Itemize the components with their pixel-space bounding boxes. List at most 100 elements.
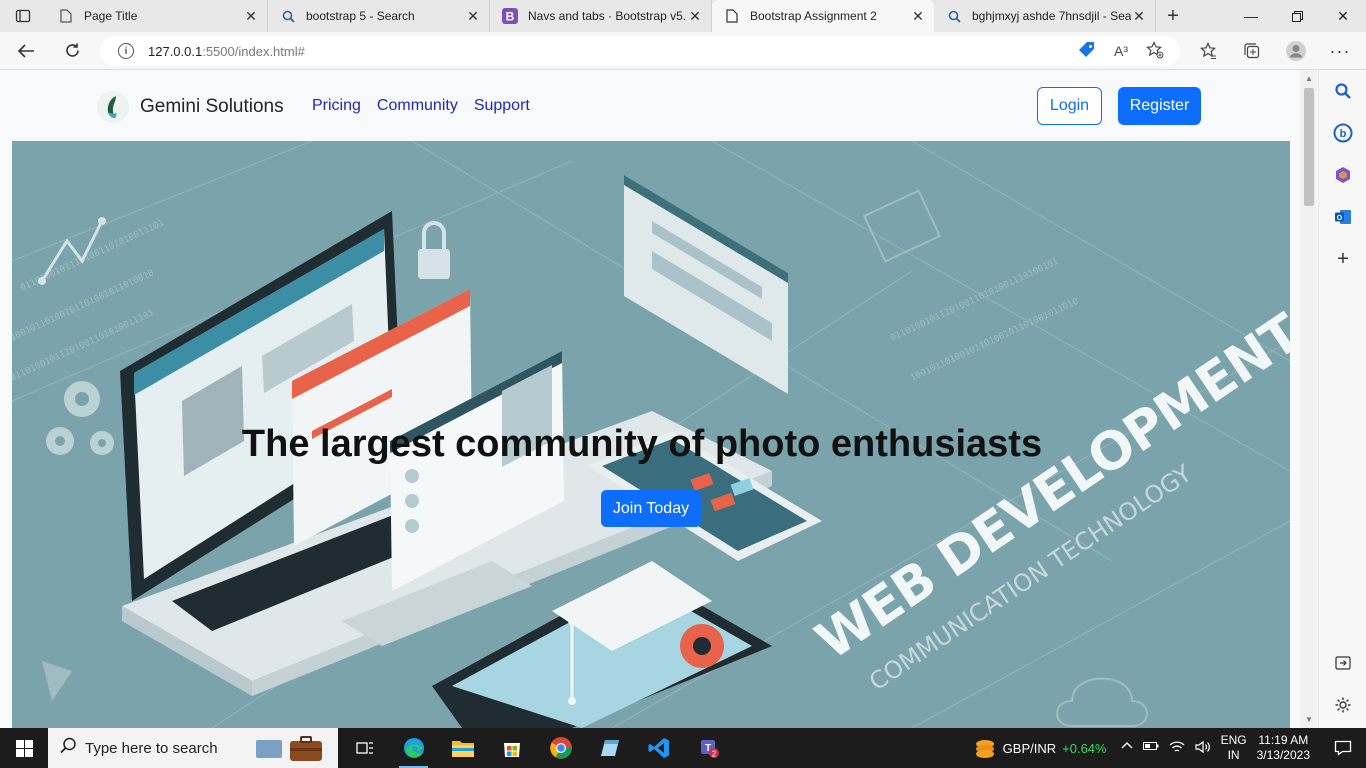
browser-tab[interactable]: B Navs and tabs · Bootstrap v5. ✕ [490,0,712,32]
wifi-icon[interactable] [1169,740,1185,757]
stock-change: +0.64% [1062,740,1107,756]
windows-start-button[interactable] [0,728,48,768]
outlook-icon[interactable]: O [1319,196,1366,238]
search-icon [946,8,962,24]
windows-logo-icon [15,739,33,757]
scrollbar-thumb[interactable] [1304,88,1314,206]
favorites-icon[interactable] [1186,42,1230,60]
search-icon [60,737,77,759]
address-bar[interactable]: i 127.0.0.1:5500/index.html# A³ [100,36,1180,66]
chevron-up-icon[interactable] [1121,740,1133,757]
task-view-icon[interactable] [340,728,389,768]
refresh-button[interactable] [52,35,92,67]
register-button[interactable]: Register [1118,87,1201,125]
browser-tab-active[interactable]: Bootstrap Assignment 2 ✕ [712,0,934,32]
hero-title: The largest community of photo enthusias… [241,423,1043,465]
page-icon [58,8,74,24]
brand[interactable]: Gemini Solutions [96,90,284,124]
svg-text:O: O [1337,215,1343,222]
profile-avatar-icon[interactable] [1274,40,1318,62]
add-sidebar-app-icon[interactable]: + [1319,238,1366,280]
brand-name: Gemini Solutions [140,96,284,117]
url-text: 127.0.0.1:5500/index.html# [148,43,305,59]
microsoft-store-icon[interactable] [487,728,536,768]
system-tray: GBP/INR +0.64% ENG IN 11:19 AM 3/13/2023 [973,728,1366,768]
tab-title: bootstrap 5 - Search [306,9,415,23]
search-icon [280,8,296,24]
browser-tab[interactable]: bghjmxyj ashde 7hnsdjil - Sea ✕ [934,0,1156,32]
collections-icon[interactable] [1230,42,1274,60]
tab-actions-icon [15,9,31,23]
close-tab-icon[interactable]: ✕ [1131,8,1147,24]
site-info-icon[interactable]: i [118,43,134,59]
briefcase-icon [254,734,326,766]
nav-link-support[interactable]: Support [474,97,530,115]
page-scrollbar[interactable]: ▲ ▼ [1300,70,1317,728]
svg-text:2: 2 [711,750,716,759]
teams-icon[interactable]: T2 [683,728,732,768]
taskbar-search-box[interactable]: Type here to search [48,728,338,768]
address-bar-row: i 127.0.0.1:5500/index.html# A³ ··· [0,32,1366,70]
gemini-logo-icon [97,91,129,123]
scroll-up-icon[interactable]: ▲ [1304,74,1314,83]
battery-icon[interactable] [1142,740,1159,757]
stock-widget[interactable]: GBP/INR +0.64% [973,737,1107,759]
refresh-icon [65,43,79,57]
page-icon [724,8,740,24]
tab-actions-button[interactable] [0,0,46,32]
svg-text:B: B [506,10,515,24]
taskbar-apps: T2 [340,728,732,768]
file-explorer-icon[interactable] [438,728,487,768]
edge-browser-icon[interactable] [389,728,438,768]
vscode-icon[interactable] [634,728,683,768]
sidebar-collapse-icon[interactable] [1319,642,1366,684]
browser-tab[interactable]: Page Title ✕ [46,0,268,32]
hero-art-title: WEB DEVELOPMENT [806,302,1290,671]
more-options-icon[interactable]: ··· [1318,41,1362,62]
language-indicator[interactable]: ENG IN [1221,733,1247,763]
office-icon[interactable] [1319,154,1366,196]
web-page: Gemini Solutions Pricing Community Suppo… [0,70,1300,728]
nav-link-community[interactable]: Community [377,97,458,115]
add-favorite-icon[interactable] [1146,40,1164,62]
svg-text:011010010111010011010100111010: 0110100101110100110101001110100101 [889,257,1060,344]
stock-name: GBP/INR [1002,740,1057,756]
nav-links: Pricing Community Support [312,97,530,115]
read-aloud-icon[interactable]: A³ [1114,43,1128,59]
scroll-down-icon[interactable]: ▼ [1304,715,1314,724]
windows-taskbar: Type here to search T2 GBP/INR +0.64% EN… [0,728,1366,768]
hero-section: 01101001011101001101010011101 1001011010… [12,141,1290,728]
sidebar-search-icon[interactable] [1319,70,1366,112]
taskbar-search-placeholder: Type here to search [85,739,218,757]
tab-title: Page Title [84,9,138,23]
close-tab-icon[interactable]: ✕ [465,8,481,24]
svg-text:100101101001011010010110100101: 1001011010010110100101101001011010 [909,297,1080,384]
browser-tab-strip: Page Title ✕ bootstrap 5 - Search ✕ B Na… [0,0,1366,32]
chrome-icon[interactable] [536,728,585,768]
restore-icon[interactable] [1274,0,1320,32]
edge-sidebar: b O + [1318,70,1366,728]
new-tab-button[interactable]: + [1156,0,1190,32]
close-window-icon[interactable]: ✕ [1320,0,1366,32]
close-tab-icon[interactable]: ✕ [687,8,703,24]
back-arrow-icon [17,43,34,58]
bing-chat-icon[interactable]: b [1319,112,1366,154]
back-button[interactable] [6,35,46,67]
minimize-icon[interactable]: — [1228,0,1274,32]
clock-date: 3/13/2023 [1256,748,1310,762]
coupon-tag-icon[interactable] [1078,41,1096,62]
login-button[interactable]: Login [1037,87,1102,125]
notification-icon[interactable] [1328,739,1358,757]
tab-title: Bootstrap Assignment 2 [750,9,877,23]
svg-text:b: b [1340,128,1347,140]
join-today-button[interactable]: Join Today [601,490,701,527]
tab-title: Navs and tabs · Bootstrap v5. [528,9,687,23]
nav-link-pricing[interactable]: Pricing [312,97,361,115]
browser-tab[interactable]: bootstrap 5 - Search ✕ [268,0,490,32]
sidebar-settings-gear-icon[interactable] [1319,684,1366,726]
close-tab-icon[interactable]: ✕ [243,8,259,24]
close-tab-icon[interactable]: ✕ [910,8,926,24]
volume-icon[interactable] [1194,740,1211,757]
notepad-app-icon[interactable] [585,728,634,768]
clock[interactable]: 11:19 AM 3/13/2023 [1257,733,1310,763]
